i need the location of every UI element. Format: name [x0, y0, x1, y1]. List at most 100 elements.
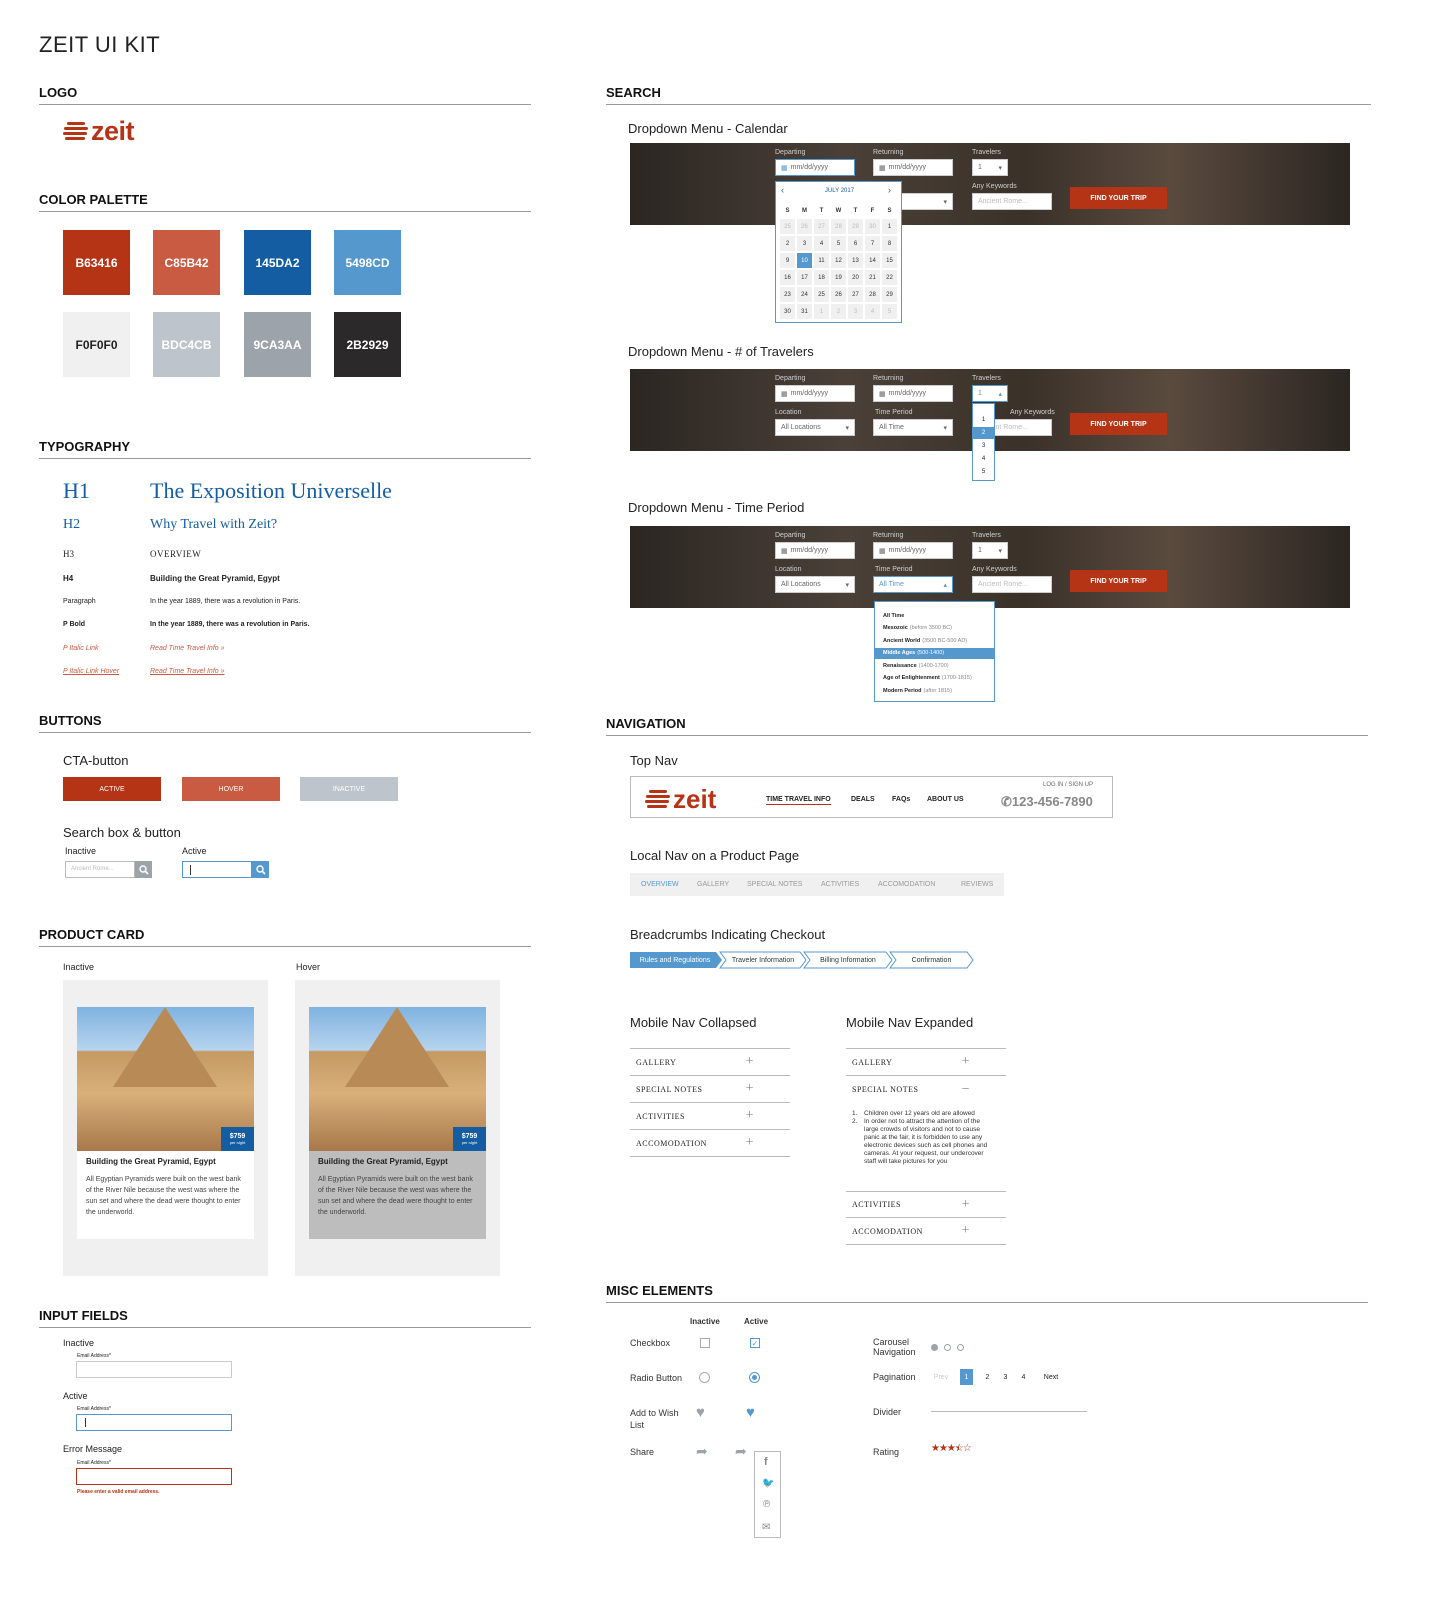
mobile-item-activities[interactable]: ACTIVITIES +: [846, 1191, 1006, 1218]
cta-hover-button[interactable]: HOVER: [182, 777, 280, 801]
travelers-select[interactable]: 1 ▾: [972, 542, 1008, 559]
cal-date[interactable]: 28: [864, 286, 881, 303]
email-icon[interactable]: ✉: [762, 1522, 770, 1533]
facebook-icon[interactable]: f: [764, 1456, 768, 1468]
zeit-logo[interactable]: zeit: [645, 784, 716, 815]
product-card-hover[interactable]: $759 per night Building the Great Pyramid…: [295, 980, 500, 1276]
breadcrumb-rules[interactable]: Rules and Regulations: [630, 952, 720, 968]
carousel-dot[interactable]: [957, 1344, 964, 1351]
find-trip-button[interactable]: FIND YOUR TRIP: [1070, 413, 1167, 435]
cal-date[interactable]: 11: [813, 252, 830, 269]
cal-date[interactable]: 16: [779, 269, 796, 286]
page-4[interactable]: 4: [1017, 1369, 1030, 1385]
travelers-select[interactable]: 1 ▴: [972, 385, 1008, 402]
departing-input[interactable]: ▦ mm/dd/yyyy: [775, 542, 855, 559]
cal-date[interactable]: 15: [881, 252, 898, 269]
checkbox-inactive[interactable]: [700, 1338, 710, 1348]
cal-date[interactable]: 6: [847, 235, 864, 252]
mobile-item-special-notes[interactable]: SPECIAL NOTES −: [846, 1076, 1006, 1103]
cal-date[interactable]: 5: [830, 235, 847, 252]
location-select[interactable]: All Locations ▾: [775, 576, 855, 593]
search-input-active[interactable]: [182, 861, 252, 878]
returning-input[interactable]: ▦ mm/dd/yyyy: [873, 159, 953, 176]
mobile-item-accomodation[interactable]: ACCOMODATION +: [846, 1218, 1006, 1245]
cal-date[interactable]: 9: [779, 252, 796, 269]
nav-link-deals[interactable]: DEALS: [851, 796, 875, 803]
mobile-item-gallery[interactable]: GALLERY +: [846, 1049, 1006, 1076]
traveler-option[interactable]: 3: [973, 440, 994, 452]
cal-date[interactable]: 19: [830, 269, 847, 286]
find-trip-button[interactable]: FIND YOUR TRIP: [1070, 187, 1167, 209]
local-tab-overview[interactable]: OVERVIEW: [641, 881, 679, 888]
cal-date[interactable]: 29: [881, 286, 898, 303]
travelers-select[interactable]: 1 ▾: [972, 159, 1008, 176]
heart-icon[interactable]: ♥: [696, 1404, 705, 1421]
period-option[interactable]: All Time: [875, 610, 994, 621]
cal-date[interactable]: 30: [779, 303, 796, 320]
p-italic-link-hover-sample[interactable]: Read Time Travel Info »: [150, 668, 225, 675]
pagination-next[interactable]: Next: [1040, 1369, 1062, 1385]
breadcrumb-confirmation[interactable]: Confirmation: [893, 952, 970, 968]
period-option[interactable]: Ancient World (3500 BC-500 AD): [875, 635, 994, 646]
radio-active[interactable]: [749, 1372, 760, 1383]
cal-date[interactable]: 4: [813, 235, 830, 252]
mobile-item-activities[interactable]: ACTIVITIES +: [630, 1103, 790, 1130]
cal-date[interactable]: 24: [796, 286, 813, 303]
checkbox-active[interactable]: ✓: [750, 1338, 760, 1348]
cal-date[interactable]: 1: [881, 218, 898, 235]
breadcrumb-traveler-info[interactable]: Traveler Information: [723, 952, 803, 968]
returning-input[interactable]: ▦ mm/dd/yyyy: [873, 385, 953, 402]
local-tab-gallery[interactable]: GALLERY: [697, 881, 729, 888]
mobile-item-gallery[interactable]: GALLERY +: [630, 1049, 790, 1076]
cal-date[interactable]: 8: [881, 235, 898, 252]
email-field-inactive[interactable]: [76, 1361, 232, 1378]
breadcrumb-billing[interactable]: Billing Information: [807, 952, 889, 968]
local-tab-activities[interactable]: ACTIVITIES: [821, 881, 859, 888]
heart-icon[interactable]: ♥: [746, 1404, 755, 1421]
traveler-option[interactable]: 4: [973, 453, 994, 465]
carousel-dot-active[interactable]: [931, 1344, 938, 1351]
local-tab-special-notes[interactable]: SPECIAL NOTES: [747, 881, 802, 888]
search-input-inactive[interactable]: Ancient Rome...: [65, 861, 135, 878]
email-field-active[interactable]: [76, 1414, 232, 1431]
nav-link-about-us[interactable]: ABOUT US: [927, 796, 964, 803]
mobile-item-accomodation[interactable]: ACCOMODATION +: [630, 1130, 790, 1157]
login-link[interactable]: LOG IN / SIGN UP: [1043, 782, 1093, 788]
period-option[interactable]: Age of Enlightenment (1700-1815): [875, 673, 994, 684]
cal-date[interactable]: 22: [881, 269, 898, 286]
cal-date[interactable]: 18: [813, 269, 830, 286]
email-field-error[interactable]: [76, 1468, 232, 1485]
keywords-input[interactable]: Ancient Rome...: [972, 193, 1052, 210]
pinterest-icon[interactable]: ℗: [763, 1499, 770, 1510]
period-option[interactable]: Middle Ages (500-1400): [875, 647, 994, 659]
page-3[interactable]: 3: [999, 1369, 1012, 1385]
cal-date[interactable]: 23: [779, 286, 796, 303]
departing-input[interactable]: ▦ mm/dd/yyyy: [775, 385, 855, 402]
cal-date[interactable]: 21: [864, 269, 881, 286]
traveler-option[interactable]: 2: [973, 427, 994, 439]
share-icon[interactable]: ➦: [735, 1443, 747, 1460]
p-italic-link-sample[interactable]: Read Time Travel Info »: [150, 645, 225, 652]
returning-input[interactable]: ▦ mm/dd/yyyy: [873, 542, 953, 559]
share-icon[interactable]: ➦: [696, 1443, 708, 1460]
product-card-inactive[interactable]: $759 per night Building the Great Pyramid…: [63, 980, 268, 1276]
cal-next-icon[interactable]: ›: [888, 185, 891, 195]
cal-date[interactable]: 25: [813, 286, 830, 303]
keywords-input[interactable]: Ancient Rome...: [972, 576, 1052, 593]
search-button-active[interactable]: [252, 861, 269, 878]
cal-date[interactable]: 31: [796, 303, 813, 320]
nav-link-faqs[interactable]: FAQs: [892, 796, 910, 803]
cal-date[interactable]: 14: [864, 252, 881, 269]
twitter-icon[interactable]: 🐦: [762, 1478, 774, 1489]
period-option[interactable]: Renaissance (1400-1700): [875, 660, 994, 671]
time-period-select[interactable]: All Time ▾: [873, 419, 953, 436]
cal-date[interactable]: 20: [847, 269, 864, 286]
cal-date[interactable]: 26: [830, 286, 847, 303]
traveler-option[interactable]: 1: [973, 414, 994, 426]
time-period-select[interactable]: All Time ▴: [873, 576, 953, 593]
page-2[interactable]: 2: [981, 1369, 994, 1385]
period-option[interactable]: Mesozoic (before 3500 BC): [875, 623, 994, 634]
local-tab-accomodation[interactable]: ACCOMODATION: [878, 881, 935, 888]
page-1[interactable]: 1: [960, 1369, 973, 1385]
cal-date[interactable]: 2: [779, 235, 796, 252]
